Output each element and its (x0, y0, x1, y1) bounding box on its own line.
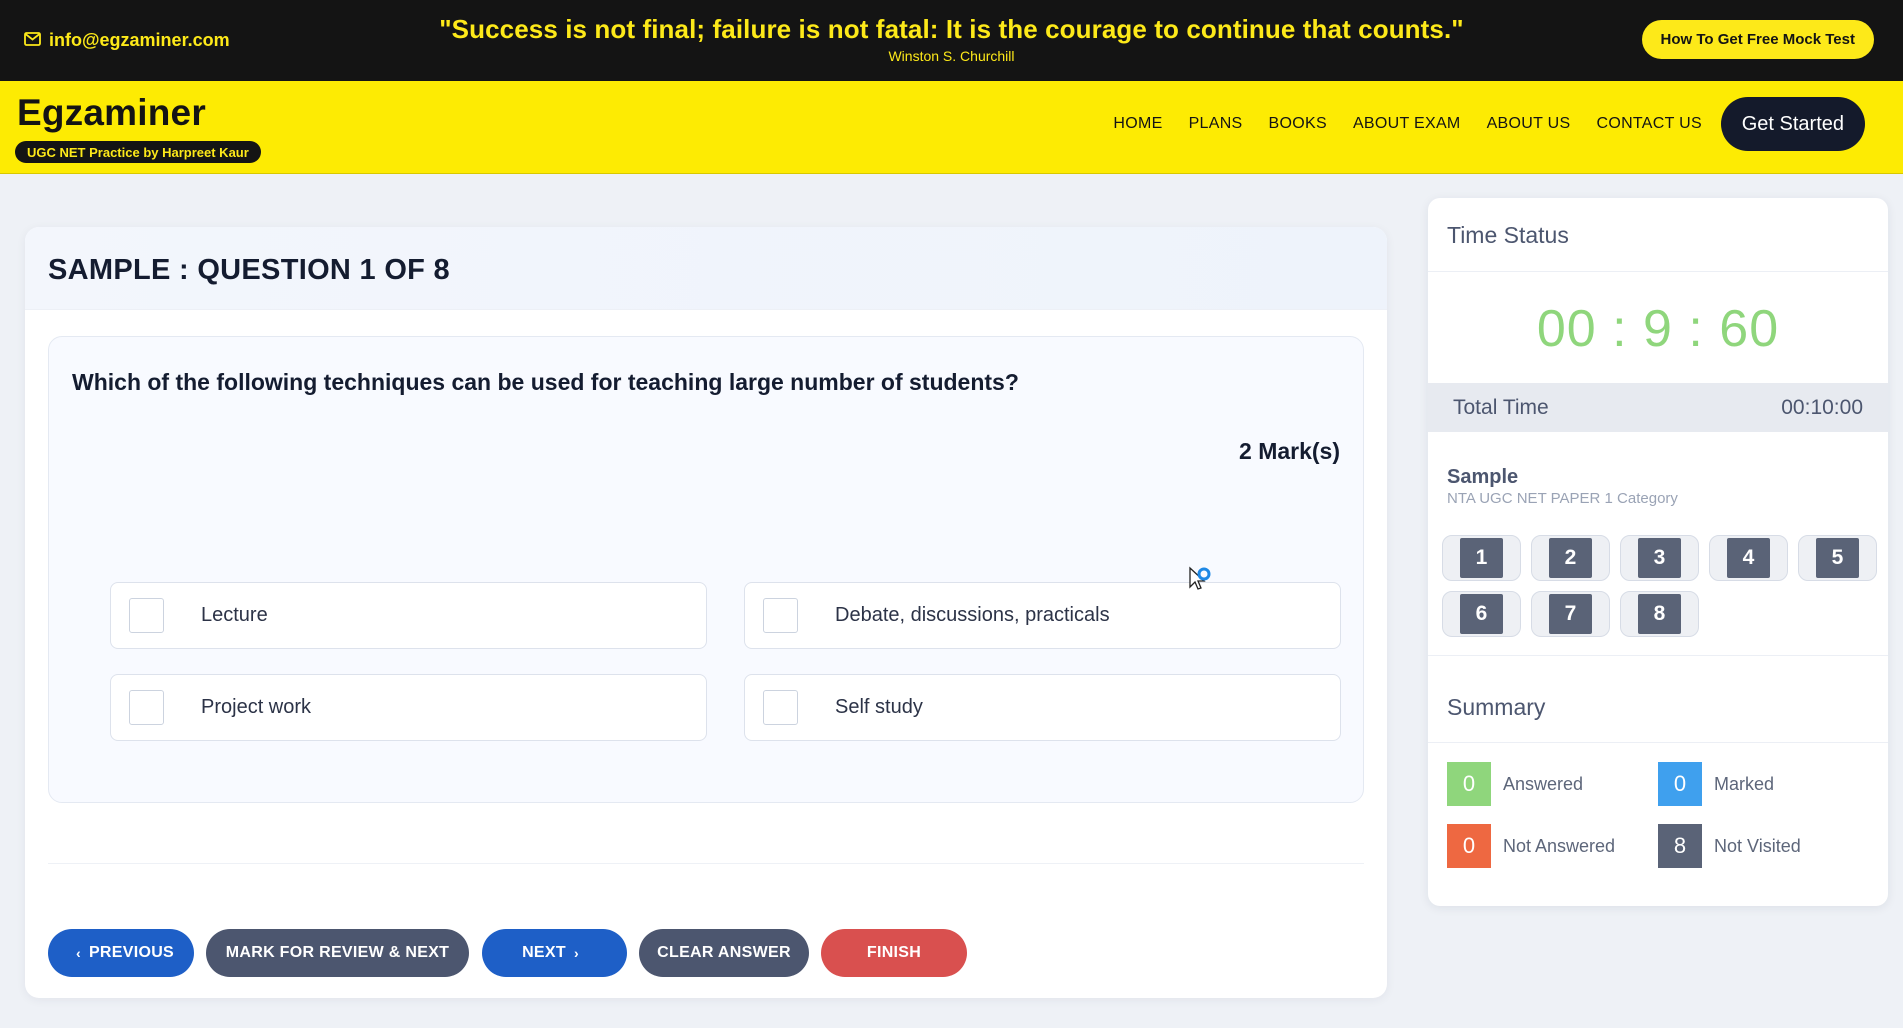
not-visited-count: 8 (1658, 824, 1702, 868)
question-number-label: 7 (1549, 594, 1592, 634)
option-4[interactable]: Self study (744, 674, 1341, 741)
question-number-6[interactable]: 6 (1442, 591, 1521, 637)
not-answered-count: 0 (1447, 824, 1491, 868)
free-mock-test-button[interactable]: How To Get Free Mock Test (1641, 20, 1874, 59)
question-number-8[interactable]: 8 (1620, 591, 1699, 637)
section-name: Sample (1447, 466, 1519, 488)
marked-count: 0 (1658, 762, 1702, 806)
site-logo[interactable]: Egzaminer (17, 92, 206, 134)
question-number-1[interactable]: 1 (1442, 535, 1521, 581)
question-number-label: 2 (1549, 538, 1592, 578)
clear-answer-button[interactable]: CLEAR ANSWER (639, 929, 809, 977)
option-1[interactable]: Lecture (110, 582, 707, 649)
question-header: SAMPLE : QUESTION 1 OF 8 (25, 227, 1387, 310)
question-text: Which of the following techniques can be… (72, 369, 1019, 395)
mouse-cursor-icon (1187, 565, 1217, 600)
question-number-7[interactable]: 7 (1531, 591, 1610, 637)
option-checkbox[interactable] (763, 690, 798, 725)
nav-menu: HOME PLANS BOOKS ABOUT EXAM ABOUT US CON… (1113, 115, 1702, 133)
summary-marked: 0 Marked (1658, 762, 1774, 806)
nav-about-us[interactable]: ABOUT US (1487, 115, 1571, 133)
summary-title: Summary (1447, 694, 1546, 720)
quote-text: "Success is not final; failure is not fa… (439, 14, 1464, 44)
not-visited-label: Not Visited (1714, 835, 1801, 856)
summary-not-visited: 8 Not Visited (1658, 824, 1801, 868)
summary-answered: 0 Answered (1447, 762, 1583, 806)
question-number-2[interactable]: 2 (1531, 535, 1610, 581)
next-button[interactable]: NEXT › (482, 929, 627, 977)
nav-home[interactable]: HOME (1113, 115, 1162, 133)
logo-tagline: UGC NET Practice by Harpreet Kaur (15, 141, 261, 163)
quote-author: Winston S. Churchill (888, 48, 1015, 64)
chevron-right-icon: › (573, 945, 579, 961)
summary-not-answered: 0 Not Answered (1447, 824, 1615, 868)
previous-label: PREVIOUS (88, 944, 175, 961)
divider (1428, 742, 1888, 743)
nav-plans[interactable]: PLANS (1189, 115, 1243, 133)
top-bar: info@egzaminer.com "Success is not final… (0, 0, 1903, 81)
question-number-5[interactable]: 5 (1798, 535, 1877, 581)
next-label: NEXT (522, 944, 566, 961)
total-time-row: Total Time 00:10:00 (1428, 383, 1888, 432)
question-number-label: 6 (1460, 594, 1503, 634)
option-3[interactable]: Project work (110, 674, 707, 741)
previous-button[interactable]: ‹ PREVIOUS (48, 929, 194, 977)
status-panel: Time Status 00 : 9 : 60 Total Time 00:10… (1428, 198, 1888, 906)
nav-books[interactable]: BOOKS (1269, 115, 1327, 133)
question-box: Which of the following techniques can be… (48, 336, 1364, 803)
question-number-3[interactable]: 3 (1620, 535, 1699, 581)
divider (1428, 655, 1888, 656)
get-started-button[interactable]: Get Started (1720, 97, 1865, 151)
option-label: Lecture (201, 604, 268, 626)
time-status-title: Time Status (1447, 222, 1569, 248)
divider (1428, 271, 1888, 272)
question-marks: 2 Mark(s) (1239, 438, 1340, 464)
actions-divider (48, 863, 1364, 864)
option-2[interactable]: Debate, discussions, practicals (744, 582, 1341, 649)
question-number-label: 5 (1816, 538, 1859, 578)
main-nav: Egzaminer UGC NET Practice by Harpreet K… (0, 81, 1903, 174)
question-title: SAMPLE : QUESTION 1 OF 8 (48, 254, 450, 286)
section-category: NTA UGC NET PAPER 1 Category (1447, 490, 1678, 507)
question-number-label: 4 (1727, 538, 1770, 578)
countdown-timer: 00 : 9 : 60 (1536, 300, 1780, 358)
answered-label: Answered (1503, 773, 1584, 794)
option-checkbox[interactable] (129, 598, 164, 633)
question-number-label: 3 (1638, 538, 1681, 578)
finish-button[interactable]: FINISH (821, 929, 967, 977)
option-label: Debate, discussions, practicals (835, 604, 1110, 626)
marked-label: Marked (1714, 773, 1775, 794)
option-checkbox[interactable] (763, 598, 798, 633)
mark-for-review-button[interactable]: MARK FOR REVIEW & NEXT (206, 929, 469, 977)
total-time-value: 00:10:00 (1781, 396, 1863, 419)
question-number-label: 1 (1460, 538, 1503, 578)
question-number-4[interactable]: 4 (1709, 535, 1788, 581)
option-label: Project work (201, 696, 312, 718)
not-answered-label: Not Answered (1503, 835, 1616, 856)
nav-contact-us[interactable]: CONTACT US (1596, 115, 1702, 133)
option-checkbox[interactable] (129, 690, 164, 725)
option-label: Self study (835, 696, 923, 718)
total-time-label: Total Time (1453, 396, 1549, 419)
answered-count: 0 (1447, 762, 1491, 806)
question-number-label: 8 (1638, 594, 1681, 634)
question-card: SAMPLE : QUESTION 1 OF 8 Which of the fo… (25, 227, 1387, 998)
quote-block: "Success is not final; failure is not fa… (0, 14, 1903, 64)
chevron-left-icon: ‹ (75, 945, 81, 961)
nav-about-exam[interactable]: ABOUT EXAM (1353, 115, 1461, 133)
